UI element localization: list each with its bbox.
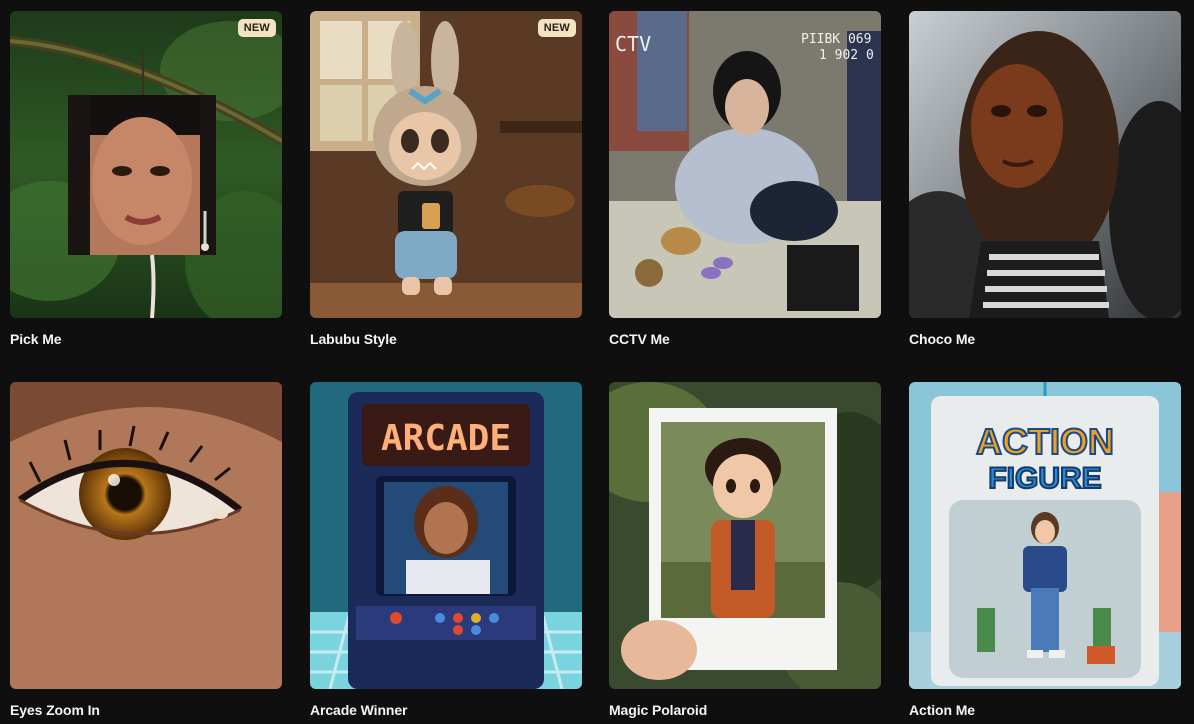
new-badge: NEW	[537, 19, 576, 37]
cctv-timestamp-line-1: PIIBK 069	[801, 32, 871, 47]
effects-grid: NEW Pick Me NEW Labubu Style CTV PIIBK 0…	[0, 0, 1194, 724]
effect-thumbnail[interactable]: ARCADE	[310, 382, 582, 689]
arcade-marquee-text: ARCADE	[381, 418, 511, 459]
effect-title: Arcade Winner	[310, 702, 408, 718]
effect-thumbnail[interactable]: CTV PIIBK 069 1 902 0	[609, 11, 881, 318]
effect-title: Pick Me	[10, 331, 62, 347]
effect-title: Magic Polaroid	[609, 702, 708, 718]
effect-thumbnail[interactable]	[10, 382, 282, 689]
effect-thumbnail[interactable]: NEW	[310, 11, 582, 318]
effect-title: Eyes Zoom In	[10, 702, 100, 718]
cctv-overlay-label: CTV	[615, 32, 651, 56]
effect-title: Action Me	[909, 702, 975, 718]
effect-thumbnail[interactable]	[609, 382, 881, 689]
effect-title: CCTV Me	[609, 331, 670, 347]
effect-title: Choco Me	[909, 331, 976, 347]
effect-thumbnail[interactable]: ACTION FIGURE	[909, 382, 1181, 689]
effect-thumbnail[interactable]: NEW	[10, 11, 282, 318]
new-badge: NEW	[237, 19, 276, 37]
action-box-title: ACTION	[976, 421, 1114, 462]
effect-thumbnail[interactable]	[909, 11, 1181, 318]
effect-title: Labubu Style	[310, 331, 397, 347]
cctv-timestamp-line-2: 1 902 0	[819, 48, 874, 63]
action-box-subtitle: FIGURE	[988, 462, 1101, 495]
